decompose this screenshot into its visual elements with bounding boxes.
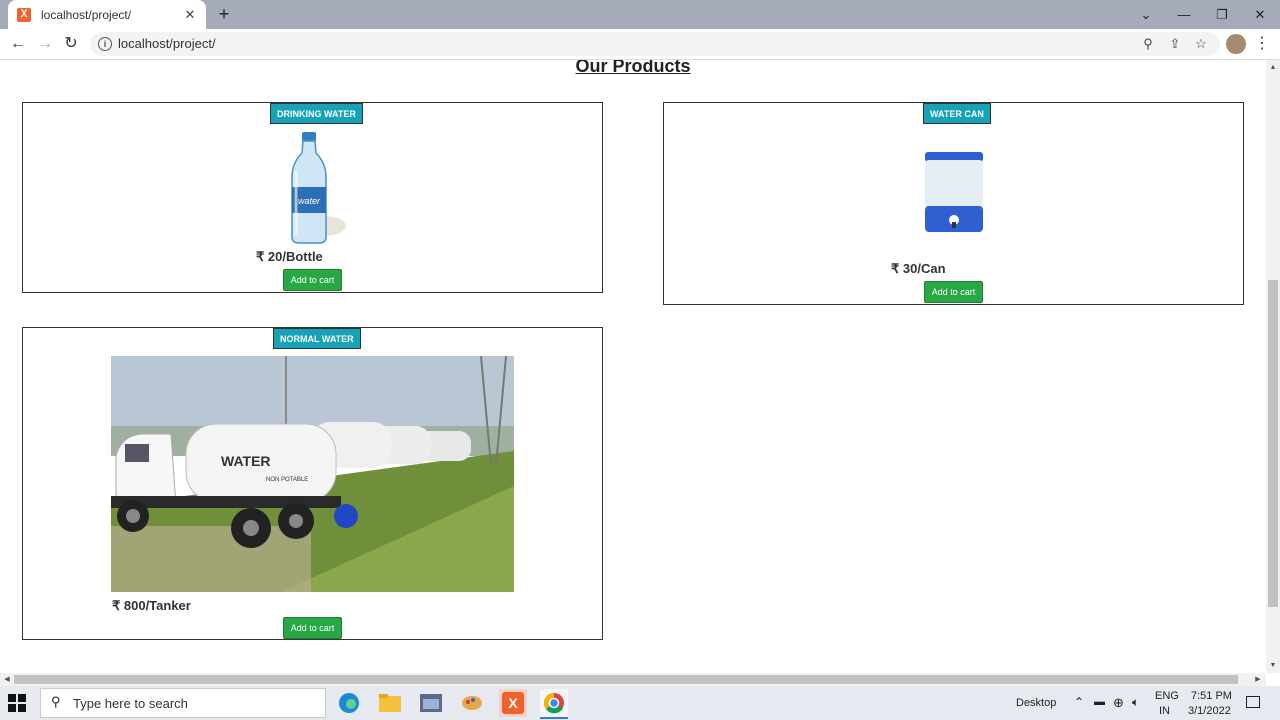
network-globe-icon[interactable]: ⊕ xyxy=(1113,695,1124,711)
product-price: ₹ 800/Tanker xyxy=(112,598,191,613)
profile-avatar[interactable] xyxy=(1226,34,1246,54)
browser-tab[interactable]: ꓫ localhost/project/ ✕ xyxy=(8,0,206,29)
product-badge: DRINKING WATER xyxy=(270,103,363,124)
svg-text:X: X xyxy=(508,695,518,711)
browser-menu-icon[interactable]: ⋮ xyxy=(1254,34,1270,54)
truck-water-text: WATER xyxy=(221,453,271,469)
minimize-window-icon[interactable]: — xyxy=(1165,0,1203,29)
scroll-up-arrow-icon[interactable]: ▲ xyxy=(1266,62,1280,74)
product-badge: NORMAL WATER xyxy=(273,328,361,349)
water-bottle-image: water xyxy=(256,131,369,245)
zoom-search-icon[interactable]: ⚲ xyxy=(1139,35,1157,53)
add-to-cart-button[interactable]: Add to cart xyxy=(924,281,983,303)
horizontal-scrollbar[interactable]: ◀ ▶ xyxy=(0,673,1266,686)
page-title: Our Products xyxy=(575,60,691,76)
clock-date[interactable]: 3/1/2022 xyxy=(1188,705,1231,717)
scroll-right-arrow-icon[interactable]: ▶ xyxy=(1252,673,1264,686)
search-placeholder[interactable]: Type here to search xyxy=(73,696,188,711)
app-window-icon[interactable] xyxy=(417,689,445,717)
product-price: ₹ 30/Can xyxy=(891,261,946,276)
xampp-favicon-icon: ꓫ xyxy=(17,7,31,22)
taskbar-search-box[interactable]: ⚲ Type here to search xyxy=(40,688,326,718)
language-eng[interactable]: ENG xyxy=(1155,690,1179,702)
product-price: ₹ 20/Bottle xyxy=(256,249,323,264)
back-arrow-icon[interactable]: ← xyxy=(8,34,28,54)
vertical-scroll-thumb[interactable] xyxy=(1268,280,1278,607)
tab-title: localhost/project/ xyxy=(41,7,132,22)
language-in[interactable]: IN xyxy=(1159,705,1170,717)
battery-icon[interactable]: ▬ xyxy=(1094,696,1105,708)
clock-time[interactable]: 7:51 PM xyxy=(1191,690,1232,702)
chrome-browser-icon[interactable] xyxy=(540,689,568,719)
paint-app-icon[interactable] xyxy=(458,689,486,717)
share-icon[interactable]: ⇪ xyxy=(1166,35,1184,53)
horizontal-scroll-thumb[interactable] xyxy=(14,675,1238,684)
close-window-icon[interactable]: ✕ xyxy=(1241,0,1279,29)
bookmark-star-icon[interactable]: ☆ xyxy=(1192,35,1210,53)
add-to-cart-button[interactable]: Add to cart xyxy=(283,269,342,291)
edge-browser-icon[interactable] xyxy=(335,689,363,717)
address-url[interactable]: localhost/project/ xyxy=(118,36,216,51)
tab-search-chevron-icon[interactable]: ⌄ xyxy=(1127,0,1165,29)
water-tanker-trucks-image: WATER NON POTABLE xyxy=(111,356,514,592)
close-tab-icon[interactable]: ✕ xyxy=(182,7,198,23)
address-bar[interactable]: i localhost/project/ ⚲ ⇪ ☆ xyxy=(90,32,1220,56)
tray-chevron-up-icon[interactable]: ⌃ xyxy=(1074,695,1084,709)
truck-non-potable-text: NON POTABLE xyxy=(266,477,308,483)
volume-speaker-icon[interactable]: 🔈︎ xyxy=(1132,695,1139,710)
forward-arrow-icon[interactable]: → xyxy=(35,34,55,54)
browser-toolbar: ← → ↻ i localhost/project/ ⚲ ⇪ ☆ ⋮ xyxy=(0,29,1280,60)
scroll-left-arrow-icon[interactable]: ◀ xyxy=(1,673,13,686)
vertical-scrollbar[interactable]: ▲ ▼ xyxy=(1266,60,1280,673)
windows-taskbar: ⚲ Type here to search X Desktop ⌃ ▬ ⊕ 🔈︎… xyxy=(0,686,1280,720)
xampp-app-icon[interactable]: X xyxy=(499,689,527,717)
search-icon: ⚲ xyxy=(51,694,61,709)
new-tab-button[interactable]: + xyxy=(214,5,234,25)
desktop-label[interactable]: Desktop xyxy=(1016,697,1056,709)
page-viewport: Our Products DRINKING WATER water ₹ 20/B… xyxy=(0,60,1266,673)
reload-icon[interactable]: ↻ xyxy=(61,34,81,54)
product-card-water-can: WATER CAN ₹ 30/Can Add to cart xyxy=(663,102,1244,305)
product-card-normal-water: NORMAL WATER WATER NON POTABLE ₹ 800/Tan… xyxy=(22,327,603,640)
svg-text:water: water xyxy=(298,196,321,206)
maximize-window-icon[interactable]: ❐ xyxy=(1203,0,1241,29)
product-badge: WATER CAN xyxy=(923,103,991,124)
windows-start-icon[interactable] xyxy=(8,694,26,712)
browser-tab-strip: ꓫ localhost/project/ ✕ + ⌄ — ❐ ✕ xyxy=(0,0,1280,29)
notification-center-icon[interactable] xyxy=(1246,696,1260,708)
product-card-drinking-water: DRINKING WATER water ₹ 20/Bottle Add to … xyxy=(22,102,603,293)
file-explorer-icon[interactable] xyxy=(376,689,404,717)
site-info-icon[interactable]: i xyxy=(98,37,112,51)
water-can-image xyxy=(919,148,989,238)
add-to-cart-button[interactable]: Add to cart xyxy=(283,617,342,639)
scroll-down-arrow-icon[interactable]: ▼ xyxy=(1266,660,1280,672)
